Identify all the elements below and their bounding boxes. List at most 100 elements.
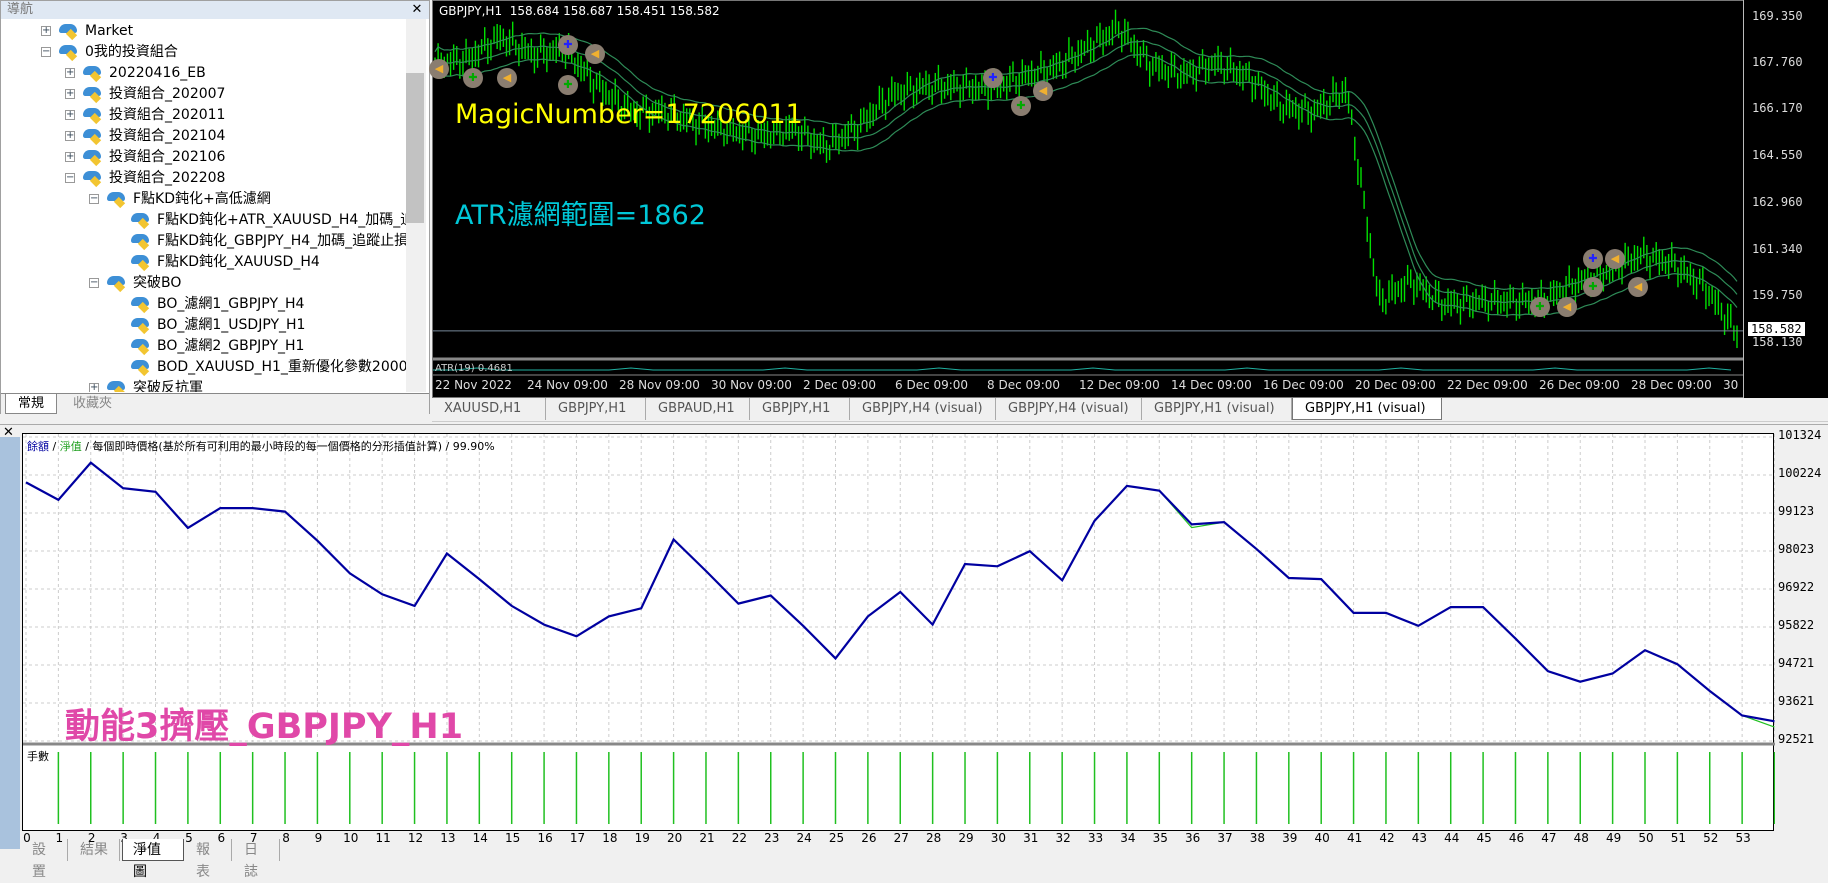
trade-exit-marker: ◀ <box>429 59 449 79</box>
y-tick-label: 100224 <box>1778 465 1822 480</box>
expert-icon <box>131 233 151 249</box>
trade-exit-marker: ◀ <box>1605 249 1625 269</box>
price-axis[interactable]: 169.350 167.760 166.170 164.550 162.960 161.3… <box>1743 0 1828 398</box>
tree-item[interactable]: + 投資組合_202104 <box>1 126 406 147</box>
expander-icon[interactable]: − <box>89 194 99 204</box>
tree-item[interactable]: + 突破反抗軍 <box>1 378 406 392</box>
chart-legend: 餘額 / 淨值 / 每個即時價格(基於所有可利用的最小時段的每一個價格的分形插值… <box>27 438 495 454</box>
expander-icon[interactable]: + <box>41 26 51 36</box>
expander-icon[interactable]: + <box>65 89 75 99</box>
expander-icon[interactable]: + <box>65 131 75 141</box>
expander-icon[interactable]: + <box>65 110 75 120</box>
tree-item-label: 突破反抗軍 <box>133 380 203 392</box>
trade-entry-marker: ✚ <box>983 68 1003 88</box>
legend-balance: 餘額 <box>27 440 49 453</box>
tree-item[interactable]: BO_濾網2_GBPJPY_H1 <box>1 336 406 357</box>
tree-item[interactable]: + Market <box>1 21 406 42</box>
legend-separator: / <box>81 440 93 453</box>
tree-item[interactable]: F點KD鈍化_GBPJPY_H4_加碼_追蹤止損 <box>1 231 406 252</box>
tree-item-label: 投資組合_202007 <box>109 86 226 102</box>
trade-entry-marker: ✚ <box>463 68 483 88</box>
expert-icon <box>107 275 127 291</box>
expert-icon <box>83 128 103 144</box>
expert-icon <box>83 107 103 123</box>
tree-item-label: F點KD鈍化_XAUUSD_H4 <box>157 254 320 270</box>
time-label: 6 Dec 09:00 <box>895 378 969 392</box>
equity-chart: 餘額 / 淨值 / 每個即時價格(基於所有可利用的最小時段的每一個價格的分形插值… <box>22 433 1775 831</box>
expander-icon[interactable]: − <box>65 173 75 183</box>
y-tick-label: 94721 <box>1778 656 1815 671</box>
expert-icon <box>83 149 103 165</box>
chart-tab[interactable]: GBPJPY,H1 <box>546 398 646 420</box>
expert-icon <box>131 212 151 228</box>
trade-exit-marker: ◀ <box>1033 81 1053 101</box>
expander-icon[interactable]: + <box>65 152 75 162</box>
price-chart[interactable]: GBPJPY,H1 158.684 158.687 158.451 158.58… <box>429 0 1828 398</box>
expander-icon[interactable]: − <box>89 278 99 288</box>
legend-separator: / <box>49 440 60 453</box>
trade-entry-marker: ✚ <box>1583 277 1603 297</box>
expert-icon <box>83 170 103 186</box>
legend-quality: 99.90% <box>452 440 495 453</box>
tree-item[interactable]: − F點KD鈍化+高低濾網 <box>1 189 406 210</box>
tree-item[interactable]: − 投資組合_202208 <box>1 168 406 189</box>
tester-tab[interactable]: 結果 <box>70 839 120 861</box>
tree-item[interactable]: BO_濾網1_GBPJPY_H4 <box>1 294 406 315</box>
scrollbar-thumb[interactable] <box>406 73 424 223</box>
band-line <box>434 27 1738 291</box>
trade-entry-marker: ✚ <box>558 75 578 95</box>
tree-item[interactable]: + 投資組合_202007 <box>1 84 406 105</box>
tree-item[interactable]: BO_濾網1_USDJPY_H1 <box>1 315 406 336</box>
price-label: 164.550 <box>1752 148 1803 163</box>
chart-tab[interactable]: XAUUSD,H1 <box>432 398 546 420</box>
price-label: 161.340 <box>1752 241 1803 256</box>
tester-tab[interactable]: 報表 <box>186 839 232 880</box>
time-label: 24 Nov 09:00 <box>527 378 608 392</box>
tree-item[interactable]: − 0我的投資組合 <box>1 42 406 63</box>
tester-tab[interactable]: 日誌 <box>234 839 280 880</box>
strategy-name-overlay: 動能3擠壓_GBPJPY_H1 <box>65 707 464 747</box>
chart-tab[interactable]: GBPAUD,H1 <box>646 398 750 420</box>
tab-common[interactable]: 常規 <box>5 394 58 414</box>
chart-tab[interactable]: GBPJPY,H1 (visual) <box>1142 398 1292 420</box>
chart-tab[interactable]: GBPJPY,H4 (visual) <box>850 398 996 420</box>
expander-icon[interactable]: + <box>89 383 99 392</box>
price-label: 167.760 <box>1752 55 1803 70</box>
band-line <box>434 40 1738 304</box>
tree-item[interactable]: + 投資組合_202106 <box>1 147 406 168</box>
tree-item[interactable]: BOD_XAUUSD_H1_重新優化參數2000 <box>1 357 406 378</box>
tree-item-label: BO_濾網1_GBPJPY_H4 <box>157 296 305 312</box>
tree-item[interactable]: F點KD鈍化_XAUUSD_H4 <box>1 252 406 273</box>
tree-item[interactable]: − 突破BO <box>1 273 406 294</box>
expander-icon[interactable]: − <box>41 47 51 57</box>
expert-icon <box>59 44 79 60</box>
expert-icon <box>83 65 103 81</box>
time-label: 30 Nov 09:00 <box>711 378 792 392</box>
y-tick-label: 99123 <box>1778 504 1815 518</box>
trade-entry-marker: ✚ <box>558 35 578 55</box>
navigator-panel: 導航 ✕ + Market −0我的投資組合 +20220416_EB + 投資組合_20… <box>0 0 430 414</box>
strategy-tester-panel: ✕ 餘額 / 淨值 / 每個即時價格(基於所有可利用的最小時段的每一個價格的分形… <box>0 424 1828 880</box>
tree-item-label: BO_濾網1_USDJPY_H1 <box>157 317 306 333</box>
legend-separator: / <box>442 440 453 453</box>
close-icon[interactable]: ✕ <box>409 1 425 19</box>
expander-icon[interactable]: + <box>65 68 75 78</box>
time-label: 28 Dec 09:00 <box>1631 378 1712 392</box>
tester-tab[interactable]: 設置 <box>22 839 68 880</box>
tester-side-strip <box>0 437 20 849</box>
tree-item-label: 突破BO <box>133 275 182 291</box>
chart-tab[interactable]: GBPJPY,H1 <box>750 398 850 420</box>
tab-favorites[interactable]: 收藏夾 <box>61 394 124 414</box>
chart-tab[interactable]: GBPJPY,H4 (visual) <box>996 398 1142 420</box>
tree-item-label: BO_濾網2_GBPJPY_H1 <box>157 338 305 354</box>
tree-item[interactable]: + 投資組合_202011 <box>1 105 406 126</box>
tree-item[interactable]: +20220416_EB <box>1 63 406 84</box>
expert-icon <box>131 338 151 354</box>
chart-tab[interactable]: GBPJPY,H1 (visual) <box>1292 398 1442 420</box>
trade-entry-marker: ✚ <box>1011 96 1031 116</box>
time-label: 12 Dec 09:00 <box>1079 378 1160 392</box>
time-label: 22 Dec 09:00 <box>1447 378 1528 392</box>
tester-tab[interactable]: 淨值圖 <box>122 839 184 880</box>
y-tick-label: 101324 <box>1778 428 1822 442</box>
tree-item[interactable]: F點KD鈍化+ATR_XAUUSD_H4_加碼_追 <box>1 210 406 231</box>
